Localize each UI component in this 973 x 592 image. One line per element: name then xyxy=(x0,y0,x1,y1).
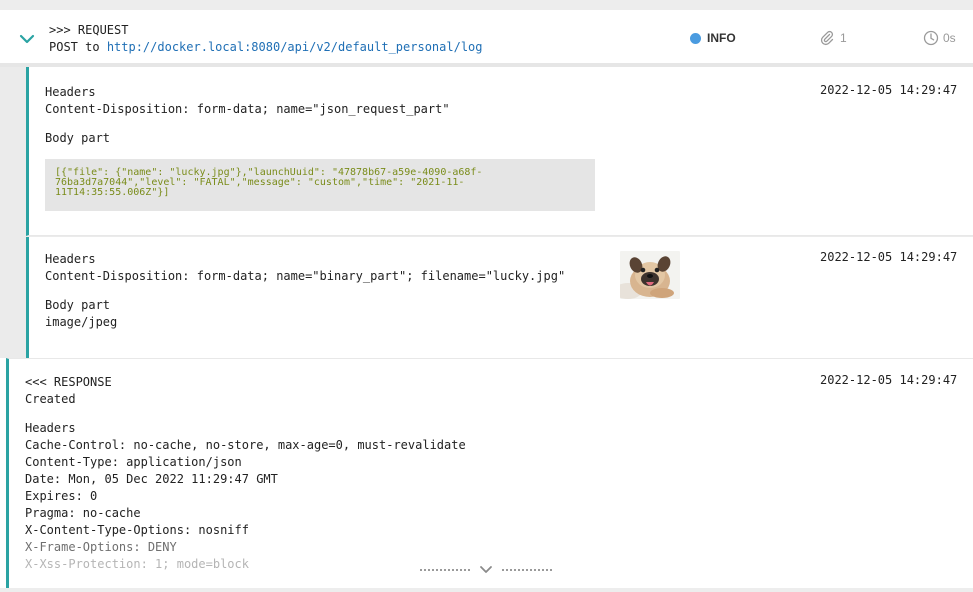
part-body-value: image/jpeg xyxy=(45,315,118,329)
bottom-divider xyxy=(0,588,973,592)
level-label: INFO xyxy=(707,31,736,45)
part-timestamp: 2022-12-05 14:29:47 xyxy=(820,83,958,97)
response-headers-label: Headers xyxy=(25,421,76,435)
expand-more-button[interactable] xyxy=(420,563,552,577)
expand-dotted-line-right xyxy=(502,569,552,571)
request-marker: >>> REQUEST xyxy=(49,23,129,37)
part-content-disposition: Content-Disposition: form-data; name="js… xyxy=(45,102,450,116)
log-level: INFO xyxy=(690,30,736,46)
part-body-label: Body part xyxy=(45,131,111,145)
response-header-line: Date: Mon, 05 Dec 2022 11:29:47 GMT xyxy=(25,472,278,486)
expand-dotted-line-left xyxy=(420,569,470,571)
request-line: POST to http://docker.local:8080/api/v2/… xyxy=(49,39,483,55)
level-indicator-dot xyxy=(690,32,701,44)
response-section: <<< RESPONSE Created Headers Cache-Contr… xyxy=(6,358,973,588)
response-header-line: Expires: 0 xyxy=(25,489,98,503)
clock-icon xyxy=(923,30,939,46)
log-header[interactable]: >>> REQUEST POST to http://docker.local:… xyxy=(0,10,973,67)
part-content-disposition: Content-Disposition: form-data; name="bi… xyxy=(45,269,566,283)
pug-photo-thumbnail[interactable] xyxy=(620,251,680,299)
duration-indicator: 0s xyxy=(923,29,956,47)
response-header-line: X-Content-Type-Options: nosniff xyxy=(25,523,249,537)
request-method: POST to xyxy=(49,40,100,54)
response-header-line: Cache-Control: no-cache, no-store, max-a… xyxy=(25,438,466,452)
request-url-link[interactable]: http://docker.local:8080/api/v2/default_… xyxy=(107,40,483,54)
part-headers-label: Headers xyxy=(45,252,96,266)
response-header-line: Content-Type: application/json xyxy=(25,455,242,469)
attachments-counter[interactable]: 1 xyxy=(820,29,847,47)
part-body-label: Body part xyxy=(45,298,111,312)
json-body-line: 11T14:35:55.006Z"}] xyxy=(55,187,170,198)
response-marker: <<< RESPONSE xyxy=(25,375,112,389)
response-header-line: X-Xss-Protection: 1; mode=block xyxy=(25,557,249,571)
chevron-down-icon xyxy=(480,566,492,573)
log-item: >>> REQUEST POST to http://docker.local:… xyxy=(0,0,973,592)
chevron-down-icon[interactable] xyxy=(18,30,36,48)
request-part-json: Headers Content-Disposition: form-data; … xyxy=(26,67,973,236)
duration-value: 0s xyxy=(943,31,956,45)
json-body-block: [{"file": {"name": "lucky.jpg"},"launchU… xyxy=(45,159,595,211)
part-timestamp: 2022-12-05 14:29:47 xyxy=(820,250,958,264)
response-header-line: X-Frame-Options: DENY xyxy=(25,540,177,554)
request-parts: Headers Content-Disposition: form-data; … xyxy=(0,67,973,358)
part-headers-label: Headers xyxy=(45,85,96,99)
attachments-count: 1 xyxy=(840,31,847,45)
top-divider xyxy=(0,0,973,10)
paperclip-icon xyxy=(820,30,834,46)
response-status: Created xyxy=(25,392,76,406)
response-header-line: Pragma: no-cache xyxy=(25,506,141,520)
request-part-binary: Headers Content-Disposition: form-data; … xyxy=(26,237,973,358)
response-headers-list: Cache-Control: no-cache, no-store, max-a… xyxy=(25,437,466,573)
response-timestamp: 2022-12-05 14:29:47 xyxy=(820,373,958,387)
